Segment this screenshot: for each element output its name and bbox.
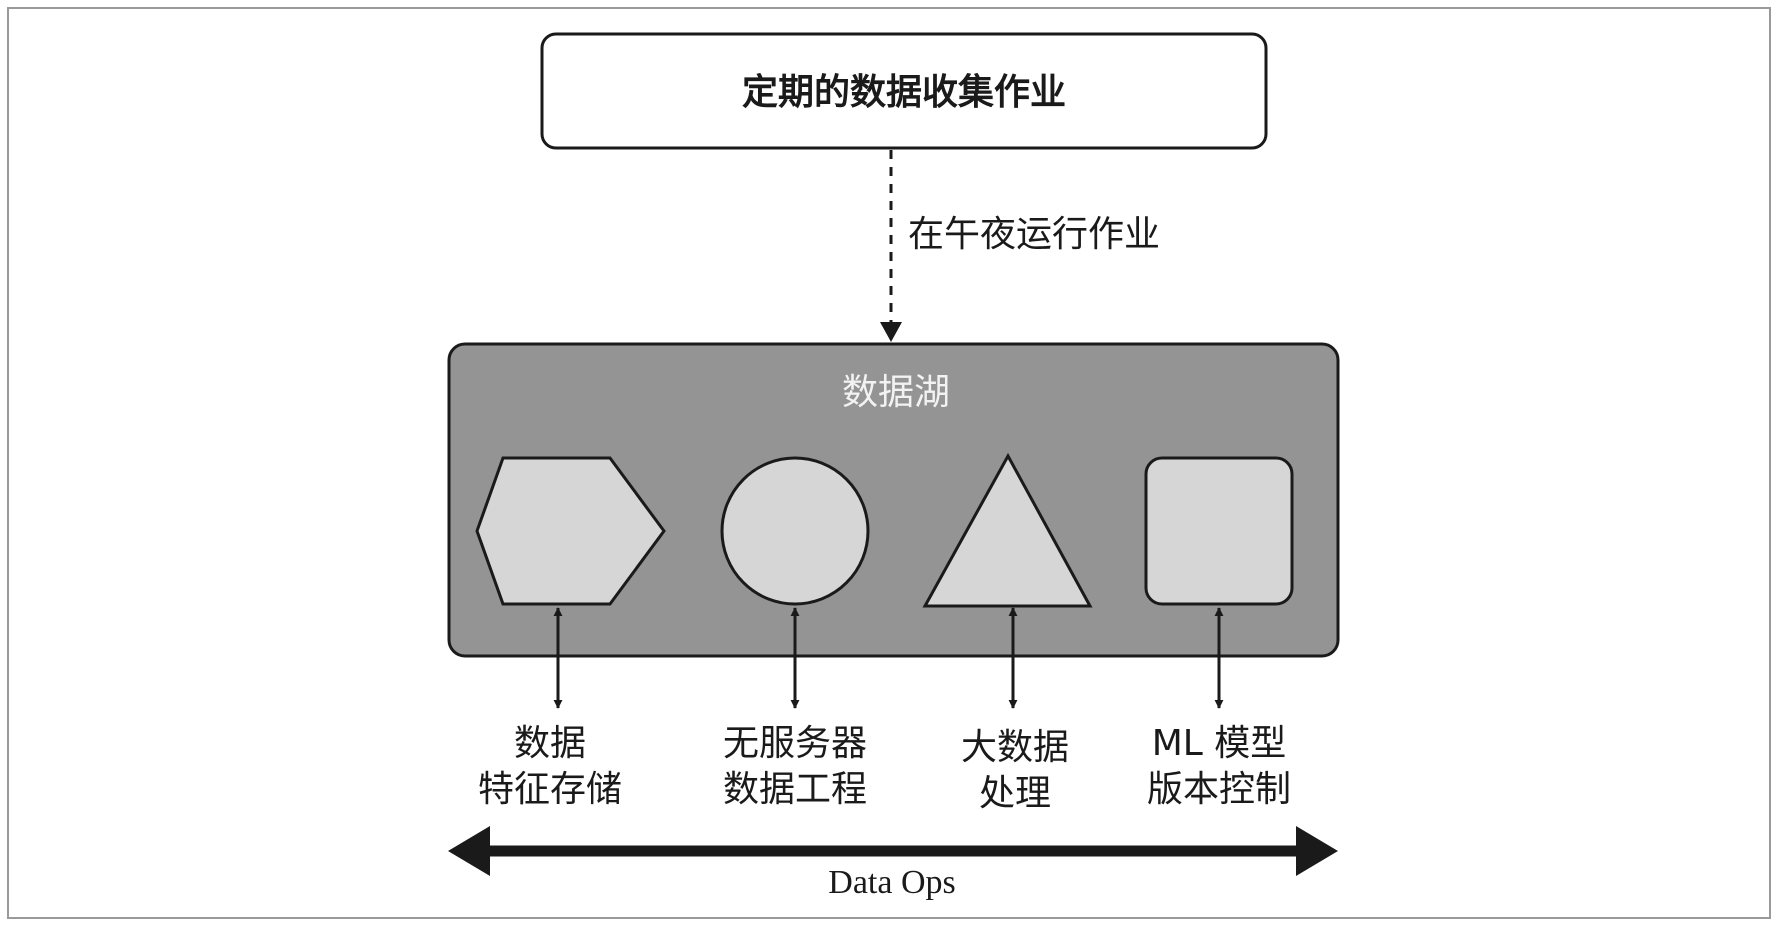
component-label-line2: 处理: [979, 773, 1051, 814]
circle-icon: [720, 456, 870, 606]
periodic-job-box: 定期的数据收集作业: [540, 32, 1268, 150]
data-ops-label: Data Ops: [828, 864, 955, 901]
midnight-trigger-label: 在午夜运行作业: [908, 214, 1160, 255]
component-label-line1: 大数据: [961, 727, 1069, 768]
component-label-line2: 数据工程: [723, 769, 867, 810]
component-label-line1: 无服务器: [723, 723, 867, 764]
data-lake-title: 数据湖: [842, 372, 950, 413]
component-label-line2: 特征存储: [478, 769, 622, 810]
component-label-line1: ML 模型: [1152, 723, 1287, 764]
component-label-line1: 数据: [514, 723, 586, 764]
diagram-canvas: 定期的数据收集作业 在午夜运行作业 数据湖 数据 特征存储 无服务器 数据工程 …: [7, 7, 1771, 919]
rounded-square-icon: [1144, 456, 1294, 606]
component-label-line2: 版本控制: [1147, 769, 1291, 810]
periodic-job-label: 定期的数据收集作业: [742, 72, 1066, 113]
